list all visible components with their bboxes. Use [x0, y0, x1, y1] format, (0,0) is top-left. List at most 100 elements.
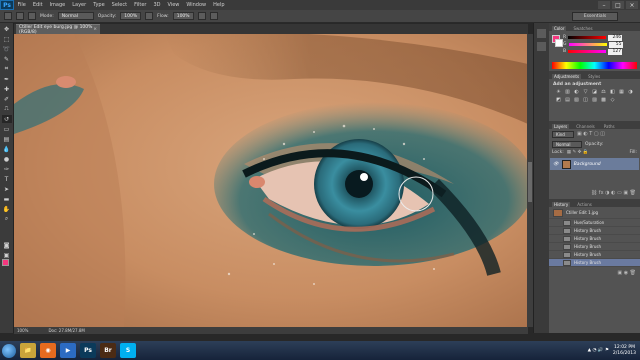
scrollbar-thumb[interactable] [528, 162, 532, 202]
taskbar-photoshop-button[interactable]: Ps [80, 343, 96, 358]
history-state[interactable]: Hue/Saturation [549, 219, 640, 227]
brush-tool-icon[interactable]: ✐ [2, 95, 12, 103]
taskbar-skype-button[interactable]: S [120, 343, 136, 358]
menu-image[interactable]: Image [46, 2, 69, 8]
properties-panel-icon[interactable] [537, 42, 546, 51]
menu-view[interactable]: View [164, 2, 183, 8]
adjustment-icon[interactable]: ◩ [555, 97, 562, 103]
menu-layer[interactable]: Layer [69, 2, 90, 8]
layer-actions[interactable]: ⛓ fx ◑ ◐ ▭ ▣ 🗑 [549, 190, 640, 196]
history-state[interactable]: History Brush [549, 251, 640, 259]
tab-actions[interactable]: Actions [575, 202, 594, 207]
history-state[interactable]: History Brush [549, 243, 640, 251]
history-state[interactable]: History Brush [549, 227, 640, 235]
history-actions[interactable]: ▣ ◉ 🗑 [549, 267, 640, 279]
blue-value[interactable]: 127 [608, 48, 623, 55]
menu-file[interactable]: File [14, 2, 29, 8]
close-window-button[interactable]: × [626, 1, 638, 9]
history-state[interactable]: History Brush [549, 235, 640, 243]
adjustment-icon[interactable]: ◐ [573, 89, 580, 95]
history-panel-icon[interactable] [537, 29, 546, 38]
adjustment-icon[interactable]: ◑ [627, 89, 634, 95]
layer-row-background[interactable]: 👁 Background [550, 158, 639, 170]
path-select-tool-icon[interactable]: ➤ [2, 185, 12, 193]
tab-paths[interactable]: Paths [602, 124, 617, 129]
tab-channels[interactable]: Channels [574, 124, 597, 129]
tab-adjustments[interactable]: Adjustments [552, 74, 582, 79]
gradient-tool-icon[interactable]: ▤ [2, 135, 12, 143]
flow-field[interactable]: 100% [172, 12, 194, 20]
screen-mode-icon[interactable]: ▣ [2, 251, 12, 259]
pen-tool-icon[interactable]: ✑ [2, 165, 12, 173]
red-slider[interactable] [568, 36, 607, 39]
document-tab[interactable]: Ctiller Edit eye burg.jpg @ 100% (RGB/8)… [16, 24, 100, 35]
eyedropper-tool-icon[interactable]: ✒ [2, 75, 12, 83]
eye-icon[interactable]: 👁 [553, 162, 559, 167]
workspace-switcher[interactable]: Essentials [572, 12, 618, 21]
move-tool-icon[interactable]: ✥ [2, 25, 12, 33]
taskbar-windows-explorer-button[interactable]: 📁 [20, 343, 36, 358]
foreground-color-swatch[interactable] [2, 259, 9, 266]
maximize-button[interactable]: □ [612, 1, 624, 9]
marquee-tool-icon[interactable]: ⬚ [2, 35, 12, 43]
opacity-field[interactable]: 100% [120, 12, 142, 20]
lasso-tool-icon[interactable]: ➰ [2, 45, 12, 53]
tab-history[interactable]: History [552, 202, 571, 207]
adjustment-icon[interactable]: ▦ [618, 89, 625, 95]
type-tool-icon[interactable]: T [2, 175, 12, 183]
color-panel-background[interactable] [555, 39, 563, 47]
menu-type[interactable]: Type [90, 2, 108, 8]
adjustment-icon[interactable]: ◇ [609, 97, 616, 103]
brush-preset-picker[interactable] [16, 12, 24, 20]
adjustment-icon[interactable]: ⚖ [600, 89, 607, 95]
quick-select-tool-icon[interactable]: ✎ [2, 55, 12, 63]
clone-stamp-tool-icon[interactable]: ⎍ [2, 105, 12, 113]
green-slider[interactable] [568, 43, 607, 46]
brush-panel-toggle[interactable] [28, 12, 36, 20]
adjustment-icon[interactable]: ▨ [591, 97, 598, 103]
taskbar-bridge-button[interactable]: Br [100, 343, 116, 358]
eraser-tool-icon[interactable]: ▭ [2, 125, 12, 133]
layer-blend-mode[interactable]: Normal [552, 141, 582, 148]
lock-icons[interactable]: ▦ ✎ ✥ 🔒 [567, 150, 589, 155]
pressure-opacity-icon[interactable] [145, 12, 154, 20]
adjustment-icon[interactable]: ▤ [564, 97, 571, 103]
zoom-tool-icon[interactable]: ⌕ [2, 215, 12, 223]
history-state[interactable]: History Brush [549, 259, 640, 267]
crop-tool-icon[interactable]: ⌗ [2, 65, 12, 73]
tool-preset-picker[interactable] [4, 12, 12, 20]
shape-tool-icon[interactable]: ▬ [2, 195, 12, 203]
color-ramp[interactable] [552, 62, 637, 69]
taskbar-firefox-button[interactable]: ◉ [40, 343, 56, 358]
blue-slider[interactable] [568, 50, 607, 53]
adjustment-icon[interactable]: ▩ [600, 97, 607, 103]
menu-window[interactable]: Window [183, 2, 210, 8]
start-button[interactable] [2, 343, 16, 358]
adjustment-icon[interactable]: ▧ [573, 97, 580, 103]
tab-layers[interactable]: Layers [552, 124, 570, 129]
document-canvas[interactable] [14, 34, 528, 327]
quick-mask-icon[interactable]: ◙ [2, 241, 12, 249]
adjustment-icon[interactable]: ◧ [609, 89, 616, 95]
menu-filter[interactable]: Filter [131, 2, 150, 8]
healing-brush-tool-icon[interactable]: ✚ [2, 85, 12, 93]
blur-tool-icon[interactable]: 💧 [2, 145, 12, 153]
green-value[interactable]: 55 [608, 41, 623, 48]
menu-3d[interactable]: 3D [150, 2, 164, 8]
zoom-level[interactable]: 100% [17, 328, 28, 333]
layer-filter-icons[interactable]: ▣ ◐ T ▢ ◫ [577, 131, 605, 138]
menu-select[interactable]: Select [108, 2, 130, 8]
history-snapshot[interactable]: Ctiller Edit 1.jpg [549, 207, 640, 219]
close-document-icon[interactable]: × [93, 27, 97, 32]
airbrush-icon[interactable] [197, 12, 206, 20]
menu-edit[interactable]: Edit [29, 2, 46, 8]
history-brush-tool-icon[interactable]: ↺ [1, 115, 12, 123]
pressure-size-icon[interactable] [209, 12, 218, 20]
adjustment-icon[interactable]: ☀ [555, 89, 562, 95]
adjustment-icon[interactable]: ◪ [591, 89, 598, 95]
layer-filter-kind[interactable]: Kind [552, 131, 574, 138]
adjustment-icon[interactable]: ▥ [564, 89, 571, 95]
adjustment-icon[interactable]: ▽ [582, 89, 589, 95]
tab-styles[interactable]: Styles [586, 74, 602, 79]
red-value[interactable]: 246 [608, 34, 623, 41]
